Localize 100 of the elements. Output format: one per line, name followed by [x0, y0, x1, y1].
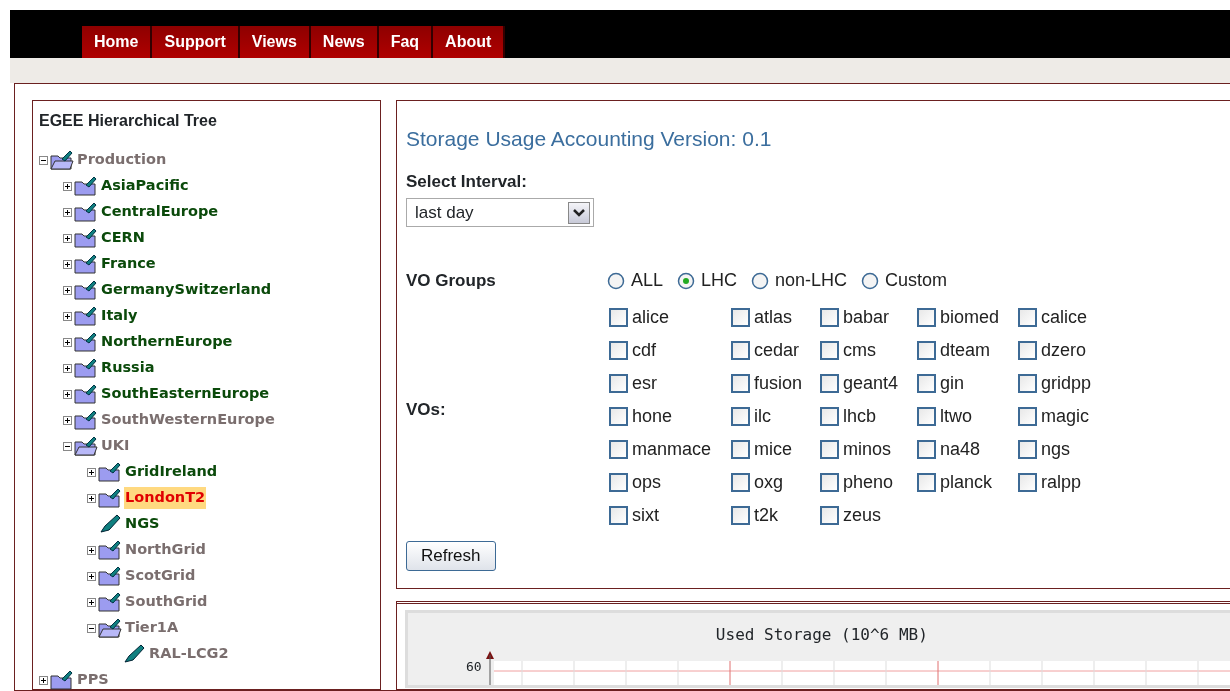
- checkbox[interactable]: [917, 308, 936, 327]
- tree-item[interactable]: AsiaPacific: [100, 175, 190, 197]
- refresh-button[interactable]: Refresh: [406, 541, 496, 571]
- tree-item[interactable]: NorthernEurope: [100, 331, 234, 353]
- expand-icon[interactable]: [87, 467, 96, 477]
- checkbox-label[interactable]: manmace: [632, 436, 712, 463]
- checkbox[interactable]: [917, 374, 936, 393]
- tree-item[interactable]: NGS: [124, 513, 161, 535]
- checkbox[interactable]: [1018, 473, 1037, 492]
- checkbox[interactable]: [731, 506, 750, 525]
- checkbox[interactable]: [609, 506, 628, 525]
- checkbox-label[interactable]: oxg: [754, 469, 784, 496]
- checkbox-label[interactable]: gridpp: [1041, 370, 1092, 397]
- tree-item[interactable]: NorthGrid: [124, 539, 207, 561]
- tree-item[interactable]: ScotGrid: [124, 565, 197, 587]
- radio-option[interactable]: LHC: [677, 267, 738, 294]
- checkbox-label[interactable]: lhcb: [843, 403, 877, 430]
- checkbox-label[interactable]: fusion: [754, 370, 803, 397]
- checkbox-label[interactable]: calice: [1041, 304, 1088, 331]
- tree-item[interactable]: Russia: [100, 357, 156, 379]
- checkbox[interactable]: [820, 341, 839, 360]
- checkbox-label[interactable]: cdf: [632, 337, 656, 364]
- collapse-icon[interactable]: [63, 441, 72, 451]
- checkbox[interactable]: [609, 341, 628, 360]
- checkbox-label[interactable]: ilc: [754, 403, 771, 430]
- checkbox[interactable]: [917, 473, 936, 492]
- checkbox-label[interactable]: sixt: [632, 502, 659, 529]
- expand-icon[interactable]: [63, 207, 72, 217]
- radio-button[interactable]: [677, 271, 696, 290]
- checkbox-label[interactable]: ngs: [1041, 436, 1071, 463]
- checkbox[interactable]: [731, 407, 750, 426]
- checkbox[interactable]: [820, 407, 839, 426]
- expand-icon[interactable]: [63, 259, 72, 269]
- tree-item[interactable]: GermanySwitzerland: [100, 279, 273, 301]
- nav-tab[interactable]: About: [433, 26, 506, 58]
- checkbox[interactable]: [609, 407, 628, 426]
- radio-button[interactable]: [861, 271, 880, 290]
- tree-item[interactable]: Tier1A: [124, 617, 180, 639]
- checkbox[interactable]: [609, 440, 628, 459]
- tree-item[interactable]: PPS: [76, 669, 110, 690]
- checkbox[interactable]: [731, 440, 750, 459]
- tree-item[interactable]: SouthWesternEurope: [100, 409, 276, 431]
- checkbox-label[interactable]: ralpp: [1041, 469, 1082, 496]
- interval-select[interactable]: last day: [406, 198, 594, 227]
- expand-icon[interactable]: [63, 389, 72, 399]
- checkbox[interactable]: [820, 374, 839, 393]
- expand-icon[interactable]: [87, 571, 96, 581]
- tree-item[interactable]: RAL-LCG2: [148, 643, 230, 665]
- checkbox-label[interactable]: biomed: [940, 304, 1000, 331]
- checkbox[interactable]: [609, 473, 628, 492]
- tree-item[interactable]: SouthEasternEurope: [100, 383, 271, 405]
- checkbox[interactable]: [917, 440, 936, 459]
- tree-item[interactable]: CERN: [100, 227, 146, 249]
- expand-icon[interactable]: [63, 285, 72, 295]
- checkbox[interactable]: [1018, 440, 1037, 459]
- tree-item[interactable]: Italy: [100, 305, 139, 327]
- collapse-icon[interactable]: [87, 623, 96, 633]
- tree-item[interactable]: France: [100, 253, 157, 275]
- tree-item[interactable]: LondonT2: [124, 487, 207, 509]
- nav-tab[interactable]: Views: [239, 26, 311, 58]
- expand-icon[interactable]: [39, 675, 48, 685]
- checkbox-label[interactable]: magic: [1041, 403, 1089, 430]
- checkbox[interactable]: [820, 308, 839, 327]
- expand-icon[interactable]: [63, 363, 72, 373]
- nav-tab[interactable]: News: [310, 26, 379, 58]
- radio-option[interactable]: ALL: [607, 267, 664, 294]
- checkbox[interactable]: [731, 341, 750, 360]
- expand-icon[interactable]: [63, 181, 72, 191]
- checkbox-label[interactable]: mice: [754, 436, 792, 463]
- checkbox-label[interactable]: ops: [632, 469, 662, 496]
- checkbox[interactable]: [609, 308, 628, 327]
- nav-tab[interactable]: Faq: [378, 26, 434, 58]
- checkbox-label[interactable]: dzero: [1041, 337, 1087, 364]
- checkbox-label[interactable]: minos: [843, 436, 891, 463]
- checkbox-label[interactable]: babar: [843, 304, 890, 331]
- expand-icon[interactable]: [87, 493, 96, 503]
- tree-item[interactable]: SouthGrid: [124, 591, 209, 613]
- radio-option[interactable]: Custom: [861, 267, 948, 294]
- checkbox[interactable]: [1018, 341, 1037, 360]
- checkbox-label[interactable]: planck: [940, 469, 993, 496]
- expand-icon[interactable]: [63, 233, 72, 243]
- checkbox[interactable]: [609, 374, 628, 393]
- collapse-icon[interactable]: [39, 155, 48, 165]
- checkbox-label[interactable]: hone: [632, 403, 673, 430]
- checkbox-label[interactable]: ltwo: [940, 403, 972, 430]
- checkbox[interactable]: [917, 341, 936, 360]
- checkbox[interactable]: [1018, 374, 1037, 393]
- radio-button[interactable]: [607, 271, 625, 290]
- checkbox-label[interactable]: na48: [940, 436, 981, 463]
- expand-icon[interactable]: [63, 311, 72, 321]
- checkbox-label[interactable]: t2k: [754, 502, 778, 529]
- checkbox[interactable]: [820, 440, 839, 459]
- checkbox[interactable]: [731, 374, 750, 393]
- checkbox-label[interactable]: cms: [843, 337, 876, 364]
- nav-tab[interactable]: Home: [82, 26, 153, 58]
- tree-item[interactable]: GridIreland: [124, 461, 219, 483]
- radio-button[interactable]: [751, 271, 770, 290]
- checkbox[interactable]: [731, 308, 750, 327]
- checkbox[interactable]: [1018, 407, 1037, 426]
- checkbox[interactable]: [731, 473, 750, 492]
